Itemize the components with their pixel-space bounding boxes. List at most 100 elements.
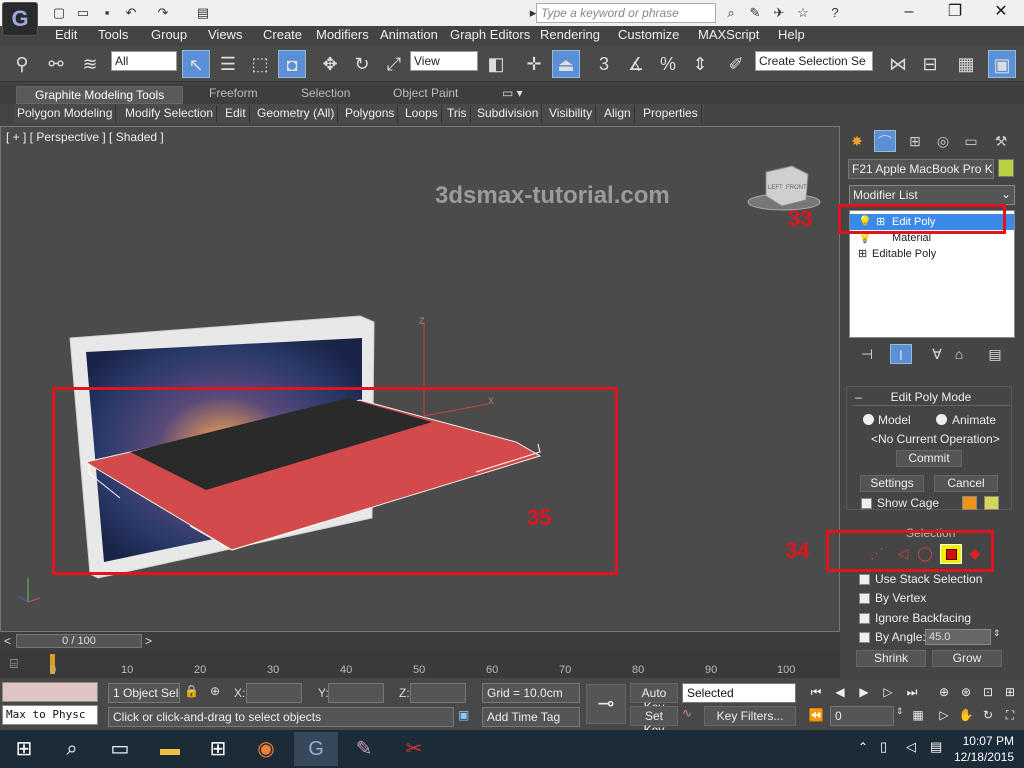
ribbon-edit[interactable]: Edit [222, 105, 250, 123]
align-icon[interactable]: ⊟ [916, 50, 944, 78]
make-unique-icon[interactable]: ∀ [926, 344, 948, 364]
viewcube-left-face[interactable]: LEFT [768, 185, 783, 191]
select-manipulate-icon[interactable]: ✛ [520, 50, 548, 78]
undo-icon[interactable]: ↶ [122, 4, 140, 22]
menu-animation[interactable]: Animation [380, 27, 438, 42]
close-icon[interactable]: ✕ [978, 0, 1024, 26]
by-vertex-checkbox[interactable] [859, 593, 870, 604]
pin-stack-icon[interactable]: ⊣ [856, 344, 878, 364]
scale-icon[interactable]: ⤢ [380, 50, 408, 78]
tab-freeform[interactable]: Freeform [209, 86, 258, 100]
by-angle-checkbox[interactable] [859, 632, 870, 643]
hierarchy-tab-icon[interactable]: ⊞ [904, 130, 926, 152]
add-time-tag-button[interactable]: Add Time Tag [482, 707, 580, 727]
time-slider[interactable]: 0 / 100 [16, 634, 142, 648]
link-icon[interactable]: ⚲ [8, 50, 36, 78]
bind-space-warp-icon[interactable]: ≋ [76, 50, 104, 78]
windows-start-icon[interactable]: ⊞ [2, 732, 46, 766]
redo-icon[interactable]: ↷ [154, 4, 172, 22]
zoom-extents-all-icon[interactable]: ⊞ [1000, 684, 1020, 700]
go-to-end-icon[interactable]: ⏭ [902, 684, 922, 700]
snaps-toggle-icon[interactable]: 3 [590, 50, 618, 78]
maxscript-input[interactable]: Max to Physc [2, 705, 98, 725]
menu-create[interactable]: Create [263, 27, 302, 42]
menu-customize[interactable]: Customize [618, 27, 679, 42]
viewcube-front-face[interactable]: FRONT [786, 185, 807, 191]
ribbon-geometry-all[interactable]: Geometry (All) [254, 105, 339, 123]
spinner-snap-icon[interactable]: ⇕ [686, 50, 714, 78]
task-view-icon[interactable]: ▭ [98, 732, 142, 766]
shrink-button[interactable]: Shrink [856, 650, 926, 667]
move-icon[interactable]: ✥ [316, 50, 344, 78]
action-center-icon[interactable]: ▤ [930, 739, 942, 755]
select-by-name-icon[interactable]: ☰ [214, 50, 242, 78]
frame-spinner-icon[interactable]: ⇕ [896, 706, 904, 717]
show-end-result-icon[interactable]: I [890, 344, 912, 364]
project-folder-icon[interactable]: ▤ [194, 4, 212, 22]
key-mode-dropdown[interactable]: Selected [682, 683, 796, 703]
ribbon-polygons[interactable]: Polygons [342, 105, 399, 123]
ribbon-properties[interactable]: Properties [640, 105, 702, 123]
absolute-mode-icon[interactable]: ⊕ [210, 684, 220, 698]
zoom-all-icon[interactable]: ⊛ [956, 684, 976, 700]
cancel-button[interactable]: Cancel [934, 475, 998, 492]
next-frame-icon[interactable]: > [145, 634, 152, 648]
selection-lock-icon[interactable]: 🔒 [184, 684, 199, 698]
layer-manager-icon[interactable]: ▦ [952, 50, 980, 78]
expand-plus-icon[interactable]: ⊞ [858, 246, 867, 262]
reference-coordinate-dropdown[interactable]: View [410, 51, 478, 71]
next-key-icon[interactable]: ▷ [878, 684, 898, 700]
current-frame-field[interactable]: 0 [830, 706, 894, 726]
maximize-viewport-icon[interactable]: ⛶ [1000, 707, 1020, 723]
play-icon[interactable]: ▶ [854, 684, 874, 700]
time-configuration-icon[interactable]: ▦ [908, 707, 928, 723]
tray-chevron-icon[interactable]: ⌃ [858, 740, 868, 754]
zoom-extents-icon[interactable]: ⊡ [978, 684, 998, 700]
store-icon[interactable]: ⊞ [196, 732, 240, 766]
open-file-icon[interactable]: ▭ [74, 4, 92, 22]
menu-modifiers[interactable]: Modifiers [316, 27, 369, 42]
app-logo-icon[interactable]: G [2, 2, 38, 36]
network-icon[interactable]: ▯ [880, 739, 887, 755]
tab-object-paint[interactable]: Object Paint [393, 86, 458, 100]
tab-selection[interactable]: Selection [301, 86, 350, 100]
model-radio[interactable] [863, 414, 874, 425]
percent-snap-icon[interactable]: % [654, 50, 682, 78]
menu-maxscript[interactable]: MAXScript [698, 27, 759, 42]
previous-frame-icon[interactable]: < [4, 634, 11, 648]
set-key-button[interactable]: Set Key [630, 706, 678, 737]
utilities-tab-icon[interactable]: ⚒ [990, 130, 1012, 152]
communication-icon[interactable]: ✈ [770, 4, 788, 22]
ribbon-visibility[interactable]: Visibility [546, 105, 597, 123]
by-angle-input[interactable]: 45.0 [925, 629, 991, 645]
display-tab-icon[interactable]: ▭ [960, 130, 982, 152]
modify-tab-icon[interactable]: ⌒ [874, 130, 896, 152]
mirror-icon[interactable]: ⋈ [884, 50, 912, 78]
object-color-swatch[interactable] [998, 159, 1014, 177]
ribbon-options-icon[interactable]: ▭ ▾ [502, 86, 523, 100]
menu-edit[interactable]: Edit [55, 27, 77, 42]
window-crossing-icon[interactable]: ◘ [278, 50, 306, 78]
menu-tools[interactable]: Tools [98, 27, 128, 42]
menu-graph-editors[interactable]: Graph Editors [450, 27, 530, 42]
selection-filter-dropdown[interactable]: All [111, 51, 177, 71]
ribbon-polygon-modeling[interactable]: Polygon Modeling [14, 105, 117, 123]
go-to-start-icon[interactable]: ⏮ [806, 684, 826, 700]
ribbon-align[interactable]: Align [601, 105, 635, 123]
search-input[interactable]: Type a keyword or phrase [536, 3, 716, 23]
rotate-icon[interactable]: ↻ [348, 50, 376, 78]
ribbon-modify-selection[interactable]: Modify Selection [122, 105, 218, 123]
curve-editor-icon[interactable]: ∿ [682, 706, 692, 720]
field-of-view-icon[interactable]: ▷ [934, 707, 954, 723]
pan-hand-icon[interactable]: ✋ [956, 707, 976, 723]
cage-selected-color-swatch[interactable] [984, 496, 999, 510]
graphite-toggle-icon[interactable]: ▣ [988, 50, 1016, 78]
set-key-icon[interactable]: ⊸ [586, 684, 626, 724]
modifier-list-dropdown[interactable]: Modifier List ⌄ [849, 185, 1015, 205]
menu-group[interactable]: Group [151, 27, 187, 42]
help-icon[interactable]: ? [826, 4, 844, 22]
tab-graphite-modeling-tools[interactable]: Graphite Modeling Tools [16, 86, 184, 104]
show-cage-checkbox[interactable] [861, 498, 872, 509]
x-coordinate-field[interactable] [246, 683, 302, 703]
minimize-icon[interactable]: – [886, 0, 932, 26]
